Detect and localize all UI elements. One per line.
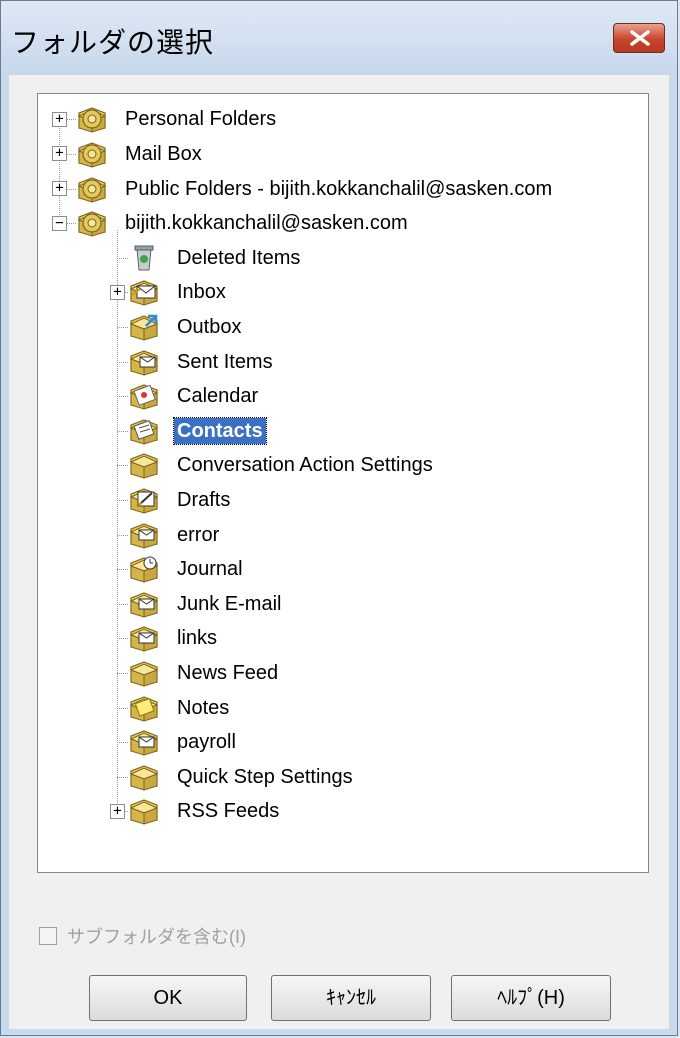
- tree-item-label[interactable]: Public Folders - bijith.kokkanchalil@sas…: [122, 176, 555, 202]
- tree-item-label[interactable]: Mail Box: [122, 141, 205, 167]
- dialog-client-area: + Personal Folders + Mail Box + Public Folder…: [9, 75, 669, 1029]
- tree-item-label[interactable]: RSS Feeds: [174, 798, 282, 824]
- tree-connector-line: [117, 707, 128, 709]
- mail-folder-icon: [128, 520, 160, 550]
- tree-connector-line: [117, 326, 128, 328]
- tree-item-label[interactable]: Drafts: [174, 487, 233, 513]
- folder-icon: [128, 762, 160, 792]
- collapse-icon[interactable]: −: [52, 215, 67, 231]
- expand-icon[interactable]: +: [110, 284, 125, 300]
- tree-item-label[interactable]: News Feed: [174, 660, 281, 686]
- expand-icon[interactable]: +: [52, 111, 67, 127]
- tree-item-label[interactable]: Notes: [174, 695, 232, 721]
- tree-connector-line: [117, 569, 128, 571]
- expand-icon[interactable]: +: [52, 181, 67, 196]
- tree-item-label[interactable]: payroll: [174, 729, 239, 755]
- sent-items-icon: [128, 347, 160, 377]
- tree-item-label[interactable]: Junk E-mail: [174, 591, 284, 617]
- tree-item-label[interactable]: Inbox: [174, 279, 229, 305]
- tree-item-label[interactable]: Contacts: [173, 416, 267, 445]
- folder-tree[interactable]: + Personal Folders + Mail Box + Public Folder…: [37, 93, 649, 873]
- tree-connector-line: [117, 672, 128, 674]
- tree-connector-line: [117, 534, 128, 536]
- tree-item-label[interactable]: Outbox: [174, 314, 244, 340]
- folder-icon: [128, 796, 160, 826]
- tree-connector-line: [117, 257, 128, 259]
- folder-icon: [128, 450, 160, 480]
- store-icon: [76, 174, 108, 204]
- outbox-icon: [128, 312, 160, 342]
- mail-folder-icon: [128, 727, 160, 757]
- mail-folder-icon: [128, 589, 160, 619]
- store-icon: [76, 104, 108, 134]
- tree-item-label[interactable]: links: [174, 625, 220, 651]
- inbox-icon: [128, 277, 160, 307]
- tree-item-label[interactable]: error: [174, 522, 222, 548]
- mail-folder-icon: [128, 623, 160, 653]
- notes-icon: [128, 693, 160, 723]
- tree-item-label[interactable]: Personal Folders: [122, 106, 279, 132]
- title-bar: フォルダの選択: [1, 1, 677, 75]
- tree-connector-line: [117, 396, 128, 398]
- tree-connector-line: [117, 638, 128, 640]
- expand-icon[interactable]: +: [52, 146, 67, 162]
- dialog-title: フォルダの選択: [11, 27, 215, 58]
- ok-button[interactable]: OK: [89, 975, 247, 1021]
- store-icon: [76, 139, 108, 169]
- contacts-icon: [128, 416, 160, 446]
- tree-item-label[interactable]: Journal: [174, 556, 246, 582]
- tree-connector-line: [117, 430, 128, 432]
- include-subfolders-checkbox[interactable]: [39, 927, 57, 945]
- tree-connector-line: [117, 361, 128, 363]
- journal-icon: [128, 554, 160, 584]
- folder-select-dialog: フォルダの選択 + Personal Folders + Mail Box + Publi…: [0, 0, 678, 1036]
- tree-item-label[interactable]: Conversation Action Settings: [174, 452, 436, 478]
- tree-item-label[interactable]: Sent Items: [174, 349, 276, 375]
- close-button[interactable]: [613, 23, 665, 53]
- help-button[interactable]: ﾍﾙﾌﾟ(H): [451, 975, 611, 1021]
- tree-connector-line: [117, 742, 128, 744]
- cancel-button[interactable]: ｷｬﾝｾﾙ: [271, 975, 431, 1021]
- tree-connector-line: [117, 465, 128, 467]
- drafts-icon: [128, 485, 160, 515]
- tree-connector-line: [117, 603, 128, 605]
- folder-icon: [128, 658, 160, 688]
- include-subfolders-label: サブフォルダを含む(I): [67, 927, 246, 947]
- tree-connector-line: [59, 119, 60, 224]
- tree-item-label[interactable]: Calendar: [174, 383, 261, 409]
- tree-item-label[interactable]: bijith.kokkanchalil@sasken.com: [122, 210, 411, 236]
- close-x-icon: [630, 30, 650, 46]
- tree-connector-line: [117, 499, 128, 501]
- tree-connector-line: [117, 230, 118, 812]
- tree-connector-line: [117, 776, 128, 778]
- tree-item-label[interactable]: Deleted Items: [174, 245, 303, 271]
- include-subfolders-option[interactable]: サブフォルダを含む(I): [39, 923, 246, 949]
- store-icon: [76, 208, 108, 238]
- expand-icon[interactable]: +: [110, 803, 125, 819]
- tree-item-label[interactable]: Quick Step Settings: [174, 764, 356, 790]
- calendar-icon: [128, 381, 160, 411]
- trash-icon: [128, 243, 160, 273]
